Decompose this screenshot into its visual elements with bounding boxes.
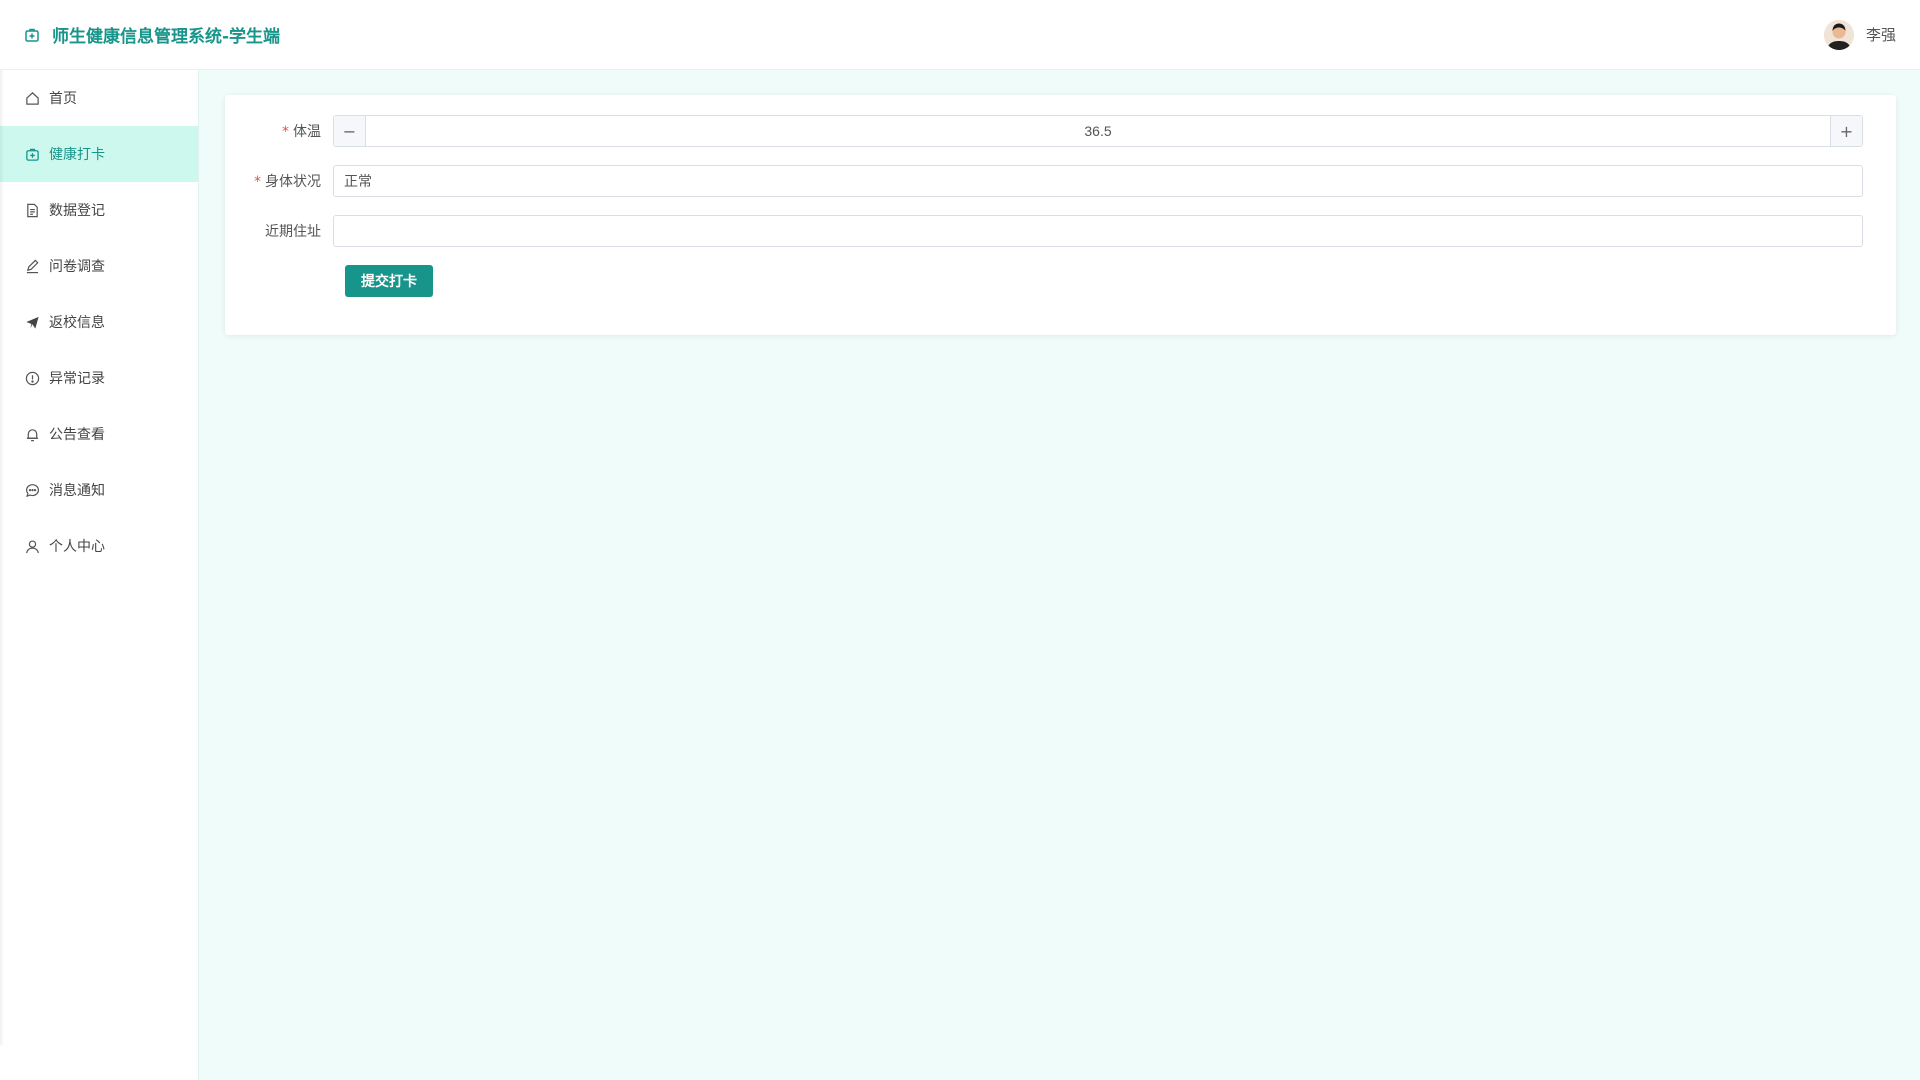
- sidebar-item-label: 个人中心: [49, 539, 105, 555]
- user-icon: [24, 538, 40, 554]
- sidebar-item-label: 健康打卡: [49, 147, 105, 163]
- user-name[interactable]: 李强: [1866, 24, 1896, 45]
- address-label: 近期住址: [265, 224, 321, 240]
- condition-input[interactable]: [333, 165, 1863, 197]
- address-input[interactable]: [333, 215, 1863, 247]
- sidebar-item-data-registration[interactable]: 数据登记: [0, 182, 198, 238]
- sidebar-item-label: 公告查看: [49, 427, 105, 443]
- paper-plane-icon: [24, 314, 40, 330]
- sidebar-shadow: [0, 70, 4, 1045]
- home-icon: [24, 90, 40, 106]
- temperature-input[interactable]: [366, 116, 1830, 146]
- decrement-button[interactable]: −: [334, 116, 366, 146]
- sidebar-item-home[interactable]: 首页: [0, 70, 198, 126]
- user-menu[interactable]: 李强: [1823, 19, 1896, 50]
- temperature-label-text: 体温: [293, 124, 321, 140]
- required-mark: *: [282, 124, 289, 140]
- bell-icon: [24, 426, 40, 442]
- sidebar-item-questionnaire[interactable]: 问卷调查: [0, 238, 198, 294]
- top-header: 师生健康信息管理系统-学生端 李强: [0, 0, 1920, 70]
- submit-checkin-button[interactable]: 提交打卡: [345, 265, 433, 297]
- condition-label: * 身体状况: [225, 171, 333, 191]
- address-row: 近期住址: [225, 215, 1863, 247]
- temperature-label: * 体温: [225, 121, 333, 141]
- increment-button[interactable]: +: [1830, 116, 1862, 146]
- sidebar-item-label: 返校信息: [49, 315, 105, 331]
- sidebar-item-announcements[interactable]: 公告查看: [0, 406, 198, 462]
- sidebar-item-label: 消息通知: [49, 483, 105, 499]
- sidebar: 首页 健康打卡 数据登记 问卷调查 返校信息 异常记录 公告查看 消息通知 个人…: [0, 70, 199, 1080]
- sidebar-item-personal-center[interactable]: 个人中心: [0, 518, 198, 574]
- condition-row: * 身体状况: [225, 165, 1863, 197]
- edit-pen-icon: [24, 258, 40, 274]
- sidebar-item-notifications[interactable]: 消息通知: [0, 462, 198, 518]
- document-icon: [24, 202, 40, 218]
- sidebar-item-label: 异常记录: [49, 371, 105, 387]
- sidebar-item-abnormal-records[interactable]: 异常记录: [0, 350, 198, 406]
- sidebar-item-label: 首页: [49, 91, 77, 107]
- warning-circle-icon: [24, 370, 40, 386]
- temperature-row: *体温 − +: [225, 115, 1863, 147]
- brand: 师生健康信息管理系统-学生端: [24, 22, 280, 47]
- sidebar-item-label: 问卷调查: [49, 259, 105, 275]
- sidebar-item-health-checkin[interactable]: 健康打卡: [0, 126, 198, 182]
- temperature-stepper[interactable]: − +: [333, 115, 1863, 147]
- medical-kit-icon: [24, 146, 40, 162]
- medical-kit-icon: [24, 27, 40, 43]
- app-title: 师生健康信息管理系统-学生端: [52, 27, 281, 47]
- condition-label-text: 身体状况: [265, 174, 321, 190]
- sidebar-menu: 首页 健康打卡 数据登记 问卷调查 返校信息 异常记录 公告查看 消息通知 个人…: [0, 70, 198, 574]
- avatar[interactable]: [1823, 19, 1854, 50]
- sidebar-item-label: 数据登记: [49, 203, 105, 219]
- checkin-form-card: *体温 − + *身体状况 近期住址 提交打卡: [225, 95, 1896, 335]
- required-mark: *: [254, 174, 261, 190]
- sidebar-item-return-info[interactable]: 返校信息: [0, 294, 198, 350]
- chat-bubble-icon: [24, 482, 40, 498]
